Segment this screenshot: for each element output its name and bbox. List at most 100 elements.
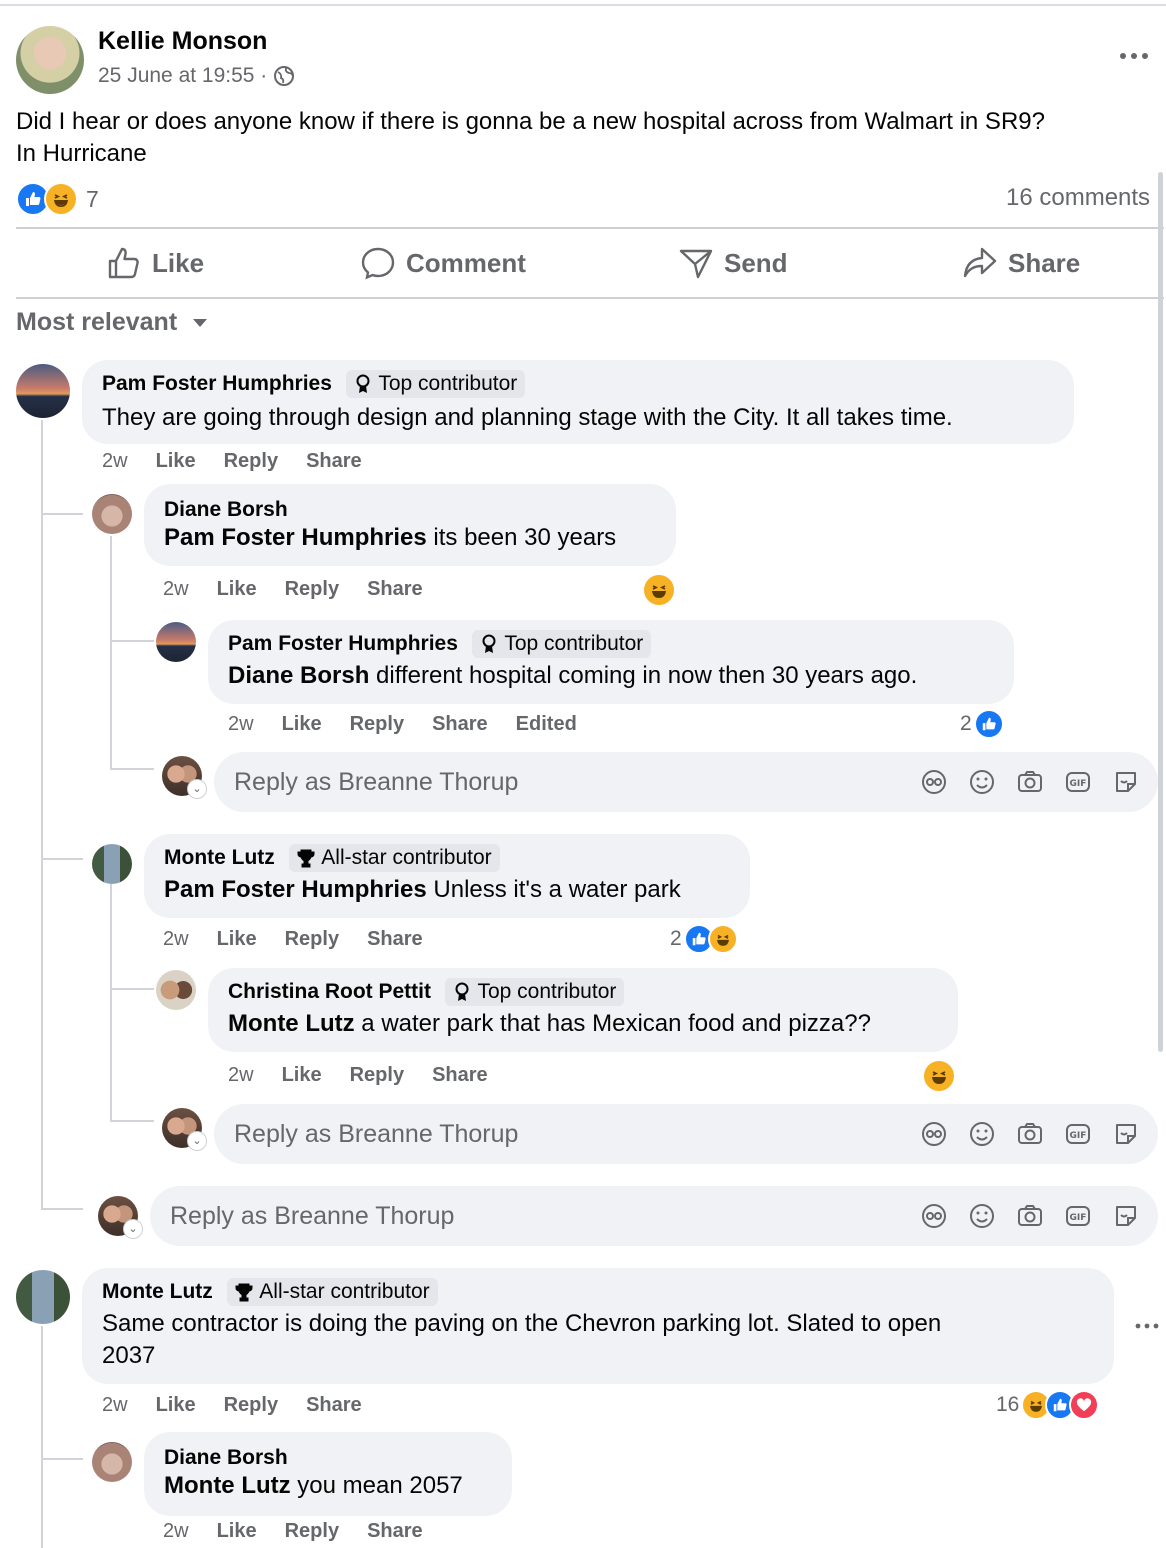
sticker-icon[interactable] (1112, 1120, 1140, 1148)
camera-icon[interactable] (1016, 1120, 1044, 1148)
comment-bubble: Christina Root Pettit Top contributor Mo… (208, 968, 958, 1052)
comment-share-button[interactable]: Share (367, 578, 423, 601)
comment-reactions[interactable] (642, 573, 676, 607)
comment-author[interactable]: Diane Borsh (164, 1446, 288, 1470)
avatar-sticker-icon[interactable] (920, 768, 948, 796)
comment-author[interactable]: Christina Root Pettit (228, 980, 431, 1004)
comment-share-button[interactable]: Share (306, 1394, 362, 1417)
comment-reactions[interactable] (922, 1059, 956, 1093)
gif-icon[interactable]: GIF (1064, 768, 1092, 796)
comment-bubble: Pam Foster Humphries Top contributor Dia… (208, 620, 1014, 704)
reply-placeholder: Reply as Breanne Thorup (234, 1119, 519, 1148)
avatar-sticker-icon[interactable] (920, 1120, 948, 1148)
emoji-icon[interactable] (968, 1120, 996, 1148)
comment-share-button[interactable]: Share (306, 450, 362, 473)
reply-input[interactable]: Reply as Breanne Thorup GIF (214, 752, 1158, 812)
sort-dropdown[interactable]: Most relevant (16, 308, 209, 337)
post-reactions-summary[interactable]: 7 (16, 182, 99, 216)
gif-icon[interactable]: GIF (1064, 1202, 1092, 1230)
mention-link[interactable]: Pam Foster Humphries (164, 876, 427, 903)
comment-like-button[interactable]: Like (282, 713, 322, 736)
comment-reactions[interactable]: 2 (670, 924, 738, 954)
comment-reactions[interactable]: 16 (996, 1390, 1100, 1420)
comment-reactions[interactable]: 2 (960, 709, 1004, 739)
comment-like-button[interactable]: Like (156, 1394, 196, 1417)
send-button[interactable]: Send (678, 229, 788, 297)
avatar[interactable] (156, 622, 196, 662)
avatar-sticker-icon[interactable] (920, 1202, 948, 1230)
comment-age[interactable]: 2w (102, 450, 128, 473)
avatar[interactable] (156, 970, 196, 1010)
comment-author[interactable]: Diane Borsh (164, 498, 288, 522)
comment-author[interactable]: Pam Foster Humphries (228, 632, 458, 656)
chevron-down-icon[interactable]: ⌄ (124, 1220, 142, 1238)
comment-author[interactable]: Pam Foster Humphries (102, 372, 332, 396)
comments-count[interactable]: 16 comments (1006, 184, 1150, 212)
mention-link[interactable]: Diane Borsh (228, 662, 369, 689)
comment-age[interactable]: 2w (228, 713, 254, 736)
more-horizontal-icon[interactable] (1118, 44, 1150, 73)
comment-header: Pam Foster Humphries Top contributor (228, 630, 652, 658)
comment-reply-button[interactable]: Reply (350, 1064, 404, 1087)
share-button[interactable]: Share (962, 229, 1080, 297)
comment-like-button[interactable]: Like (217, 578, 257, 601)
comment-share-button[interactable]: Share (367, 1520, 423, 1543)
comment-age[interactable]: 2w (163, 928, 189, 951)
avatar[interactable] (92, 1442, 132, 1482)
sticker-icon[interactable] (1112, 768, 1140, 796)
chevron-down-icon[interactable]: ⌄ (188, 780, 206, 798)
avatar[interactable] (92, 494, 132, 534)
comment-reply-button[interactable]: Reply (285, 578, 339, 601)
comment-age[interactable]: 2w (163, 578, 189, 601)
reply-input[interactable]: Reply as Breanne Thorup GIF (214, 1104, 1158, 1164)
mention-link[interactable]: Pam Foster Humphries (164, 524, 427, 551)
comment-body: you mean 2057 (290, 1472, 463, 1499)
author-avatar[interactable] (16, 26, 84, 94)
comment-bubble-icon (361, 247, 395, 280)
gif-icon[interactable]: GIF (1064, 1120, 1092, 1148)
comment-share-button[interactable]: Share (432, 1064, 488, 1087)
comment-like-button[interactable]: Like (217, 928, 257, 951)
avatar[interactable] (16, 1270, 70, 1324)
camera-icon[interactable] (1016, 768, 1044, 796)
comment-bubble: Monte Lutz All-star contributor Same con… (82, 1268, 1114, 1384)
comment-more-icon[interactable] (1134, 1316, 1160, 1341)
emoji-icon[interactable] (968, 768, 996, 796)
comment-reply-button[interactable]: Reply (285, 1520, 339, 1543)
comment-reply-button[interactable]: Reply (224, 450, 278, 473)
reply-input[interactable]: Reply as Breanne Thorup GIF (150, 1186, 1158, 1246)
comment-age[interactable]: 2w (102, 1394, 128, 1417)
mention-link[interactable]: Monte Lutz (164, 1472, 291, 1499)
comment-author[interactable]: Monte Lutz (102, 1280, 213, 1304)
comment-share-button[interactable]: Share (432, 713, 488, 736)
comment-age[interactable]: 2w (228, 1064, 254, 1087)
scrollbar[interactable] (1158, 172, 1163, 1052)
avatar[interactable] (16, 364, 70, 418)
mention-link[interactable]: Monte Lutz (228, 1010, 355, 1037)
comment-reply-button[interactable]: Reply (224, 1394, 278, 1417)
comment-header: Monte Lutz All-star contributor (164, 844, 500, 872)
like-button[interactable]: Like (106, 229, 204, 297)
post-author-name[interactable]: Kellie Monson (98, 27, 267, 56)
thread-line (41, 1326, 43, 1548)
sticker-icon[interactable] (1112, 1202, 1140, 1230)
avatar[interactable] (92, 844, 132, 884)
comment-actions: 2w Like Reply Share (228, 1064, 516, 1087)
camera-icon[interactable] (1016, 1202, 1044, 1230)
comment-like-button[interactable]: Like (282, 1064, 322, 1087)
trophy-icon (235, 1283, 253, 1302)
emoji-icon[interactable] (968, 1202, 996, 1230)
post-timestamp[interactable]: 25 June at 19:55 · (98, 64, 267, 88)
comment-author[interactable]: Monte Lutz (164, 846, 275, 870)
comment-share-button[interactable]: Share (367, 928, 423, 951)
haha-reaction-icon (642, 573, 676, 607)
comment-like-button[interactable]: Like (156, 450, 196, 473)
comment-reply-button[interactable]: Reply (285, 928, 339, 951)
comment-age[interactable]: 2w (163, 1520, 189, 1543)
comment-like-button[interactable]: Like (217, 1520, 257, 1543)
comment-button[interactable]: Comment (360, 229, 526, 297)
badge-label: Top contributor (378, 372, 518, 395)
comment-reply-button[interactable]: Reply (350, 713, 404, 736)
chevron-down-icon[interactable]: ⌄ (188, 1132, 206, 1150)
comment-body: Unless it's a water park (426, 876, 681, 903)
